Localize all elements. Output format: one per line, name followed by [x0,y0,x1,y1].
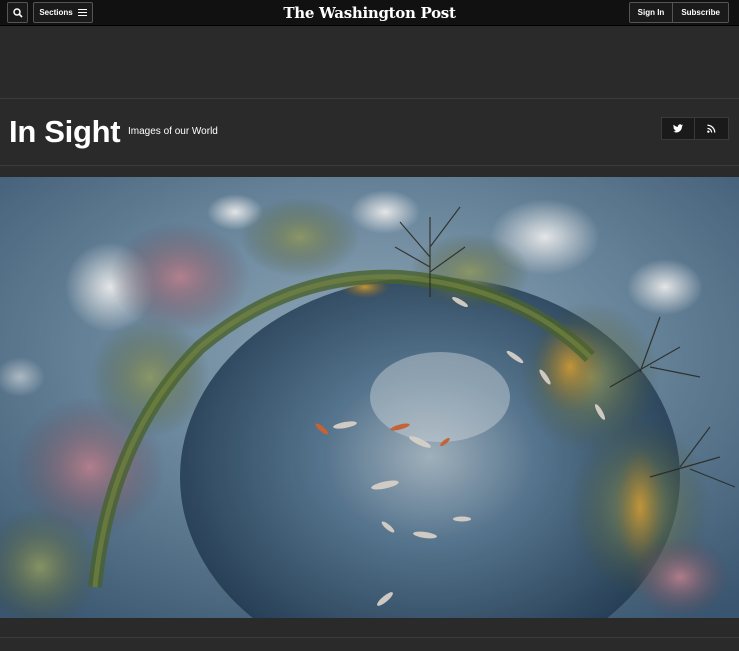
twitter-icon [673,124,683,133]
twitter-button[interactable] [661,117,695,140]
subscribe-button[interactable]: Subscribe [672,3,728,22]
rss-icon [707,124,716,133]
blog-tagline: Images of our World [128,126,218,137]
social-links [661,117,729,140]
ad-band [0,26,739,99]
tiny-planet-pond-image [0,177,739,618]
hero-photo[interactable] [0,177,739,618]
blog-title[interactable]: In Sight [9,114,121,150]
top-nav-bar: Sections The Washington Post Sign In Sub… [0,0,739,26]
divider [0,637,739,638]
blog-header: In Sight Images of our World [0,100,739,166]
auth-buttons: Sign In Subscribe [628,2,729,23]
sign-in-button[interactable]: Sign In [629,3,673,22]
rss-button[interactable] [695,117,729,140]
